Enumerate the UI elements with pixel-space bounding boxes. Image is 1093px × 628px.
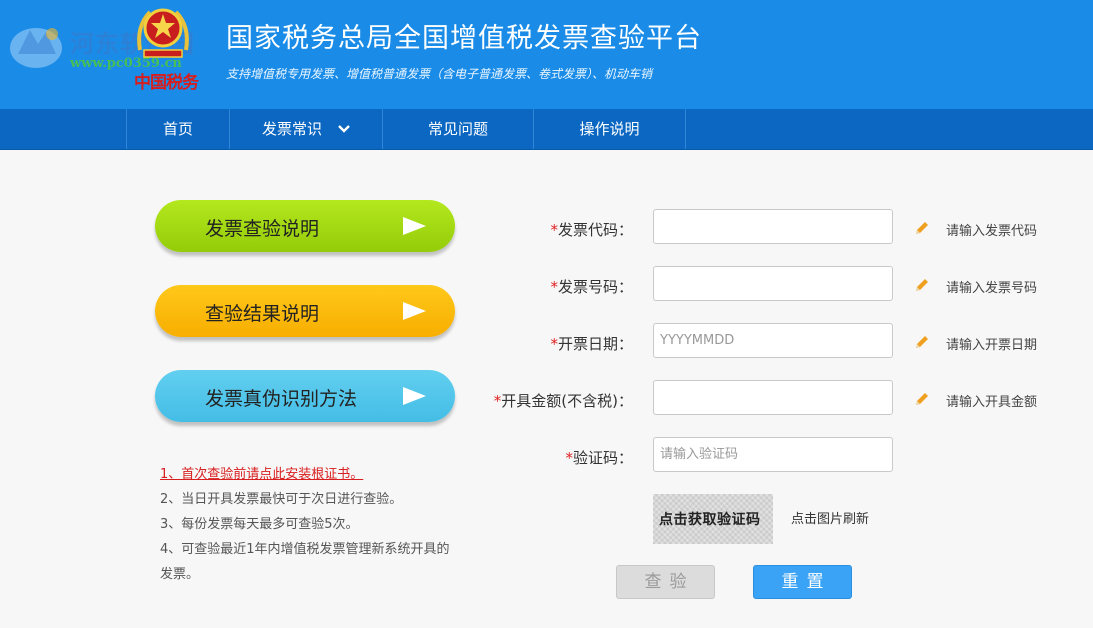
nav-instructions-label: 操作说明 — [579, 120, 640, 138]
invoice-number-label-text: 发票号码： — [557, 278, 633, 296]
invoice-code-label-text: 发票代码： — [557, 221, 633, 239]
authenticity-method-label: 发票真伪识别方法 — [205, 388, 358, 410]
invoice-date-input[interactable] — [653, 323, 893, 358]
invoice-code-hint: 请输入发票代码 — [946, 224, 1038, 239]
invoice-code-label: *发票代码： — [443, 219, 633, 240]
nav-home[interactable]: 首页 — [126, 109, 229, 149]
nav-invoice-knowledge-label: 发票常识 — [261, 120, 322, 138]
main-nav: 首页 发票常识 常见问题 操作说明 — [0, 109, 1093, 150]
nav-home-label: 首页 — [162, 120, 193, 138]
invoice-number-input[interactable] — [653, 266, 893, 301]
invoice-number-hint: 请输入发票号码 — [946, 281, 1038, 296]
invoice-amount-label-text: 开具金额(不含税)： — [501, 392, 633, 410]
pencil-icon — [916, 222, 928, 234]
note-item: 3、每份发票每天最多可查验5次。 — [160, 517, 359, 532]
reset-button[interactable]: 重置 — [753, 565, 852, 599]
captcha-label: *验证码： — [443, 447, 633, 468]
pencil-icon — [916, 279, 928, 291]
authenticity-method-button[interactable]: 发票真伪识别方法 — [155, 370, 455, 422]
note-item: 2、当日开具发票最快可于次日进行查验。 — [160, 492, 403, 507]
invoice-amount-input[interactable] — [653, 380, 893, 415]
notes-list: 1、首次查验前请点此安装根证书。 2、当日开具发票最快可于次日进行查验。 3、每… — [160, 462, 450, 587]
invoice-check-guide-label: 发票查验说明 — [205, 218, 320, 240]
tax-emblem-icon — [137, 8, 189, 58]
invoice-number-label: *发票号码： — [443, 276, 633, 297]
watermark-logo-icon — [10, 28, 62, 68]
nav-instructions[interactable]: 操作说明 — [533, 109, 686, 149]
invoice-date-hint: 请输入开票日期 — [946, 338, 1038, 353]
nav-invoice-knowledge[interactable]: 发票常识 — [229, 109, 382, 149]
check-button[interactable]: 查验 — [616, 565, 715, 599]
play-arrow-icon — [403, 217, 426, 235]
site-header: 河东软件园 www.pc0359.cn 中国税务 国家税务总局全国增值税发票查验… — [0, 0, 1093, 109]
pencil-icon — [916, 393, 928, 405]
nav-faq[interactable]: 常见问题 — [382, 109, 533, 149]
invoice-amount-label: *开具金额(不含税)： — [443, 390, 633, 411]
note-item: 4、可查验最近1年内增值税发票管理新系统开具的发票。 — [160, 542, 450, 582]
site-subtitle: 支持增值税专用发票、增值税普通发票（含电子普通发票、卷式发票）、机动车销 — [226, 67, 653, 81]
check-result-guide-button[interactable]: 查验结果说明 — [155, 285, 455, 337]
play-arrow-icon — [403, 302, 426, 320]
nav-faq-label: 常见问题 — [427, 120, 488, 138]
check-result-guide-label: 查验结果说明 — [205, 303, 320, 325]
site-title: 国家税务总局全国增值税发票查验平台 — [226, 23, 702, 54]
captcha-image-text: 点击获取验证码 — [659, 512, 761, 528]
emblem-text: 中国税务 — [134, 73, 199, 93]
required-mark: * — [565, 449, 573, 467]
pencil-icon — [916, 336, 928, 348]
invoice-check-guide-button[interactable]: 发票查验说明 — [155, 200, 455, 252]
invoice-date-label: *开票日期： — [443, 333, 633, 354]
required-mark: * — [550, 278, 558, 296]
captcha-image[interactable]: 点击获取验证码 — [653, 494, 773, 544]
captcha-input[interactable] — [653, 437, 893, 472]
chevron-down-icon — [338, 109, 350, 149]
required-mark: * — [550, 221, 558, 239]
install-root-cert-link[interactable]: 1、首次查验前请点此安装根证书。 — [160, 462, 450, 487]
invoice-amount-hint: 请输入开具金额 — [946, 395, 1038, 410]
play-arrow-icon — [403, 387, 426, 405]
captcha-refresh-hint[interactable]: 点击图片刷新 — [791, 508, 869, 527]
invoice-date-label-text: 开票日期： — [557, 335, 633, 353]
captcha-label-text: 验证码： — [572, 449, 633, 467]
required-mark: * — [550, 335, 558, 353]
invoice-code-input[interactable] — [653, 209, 893, 244]
